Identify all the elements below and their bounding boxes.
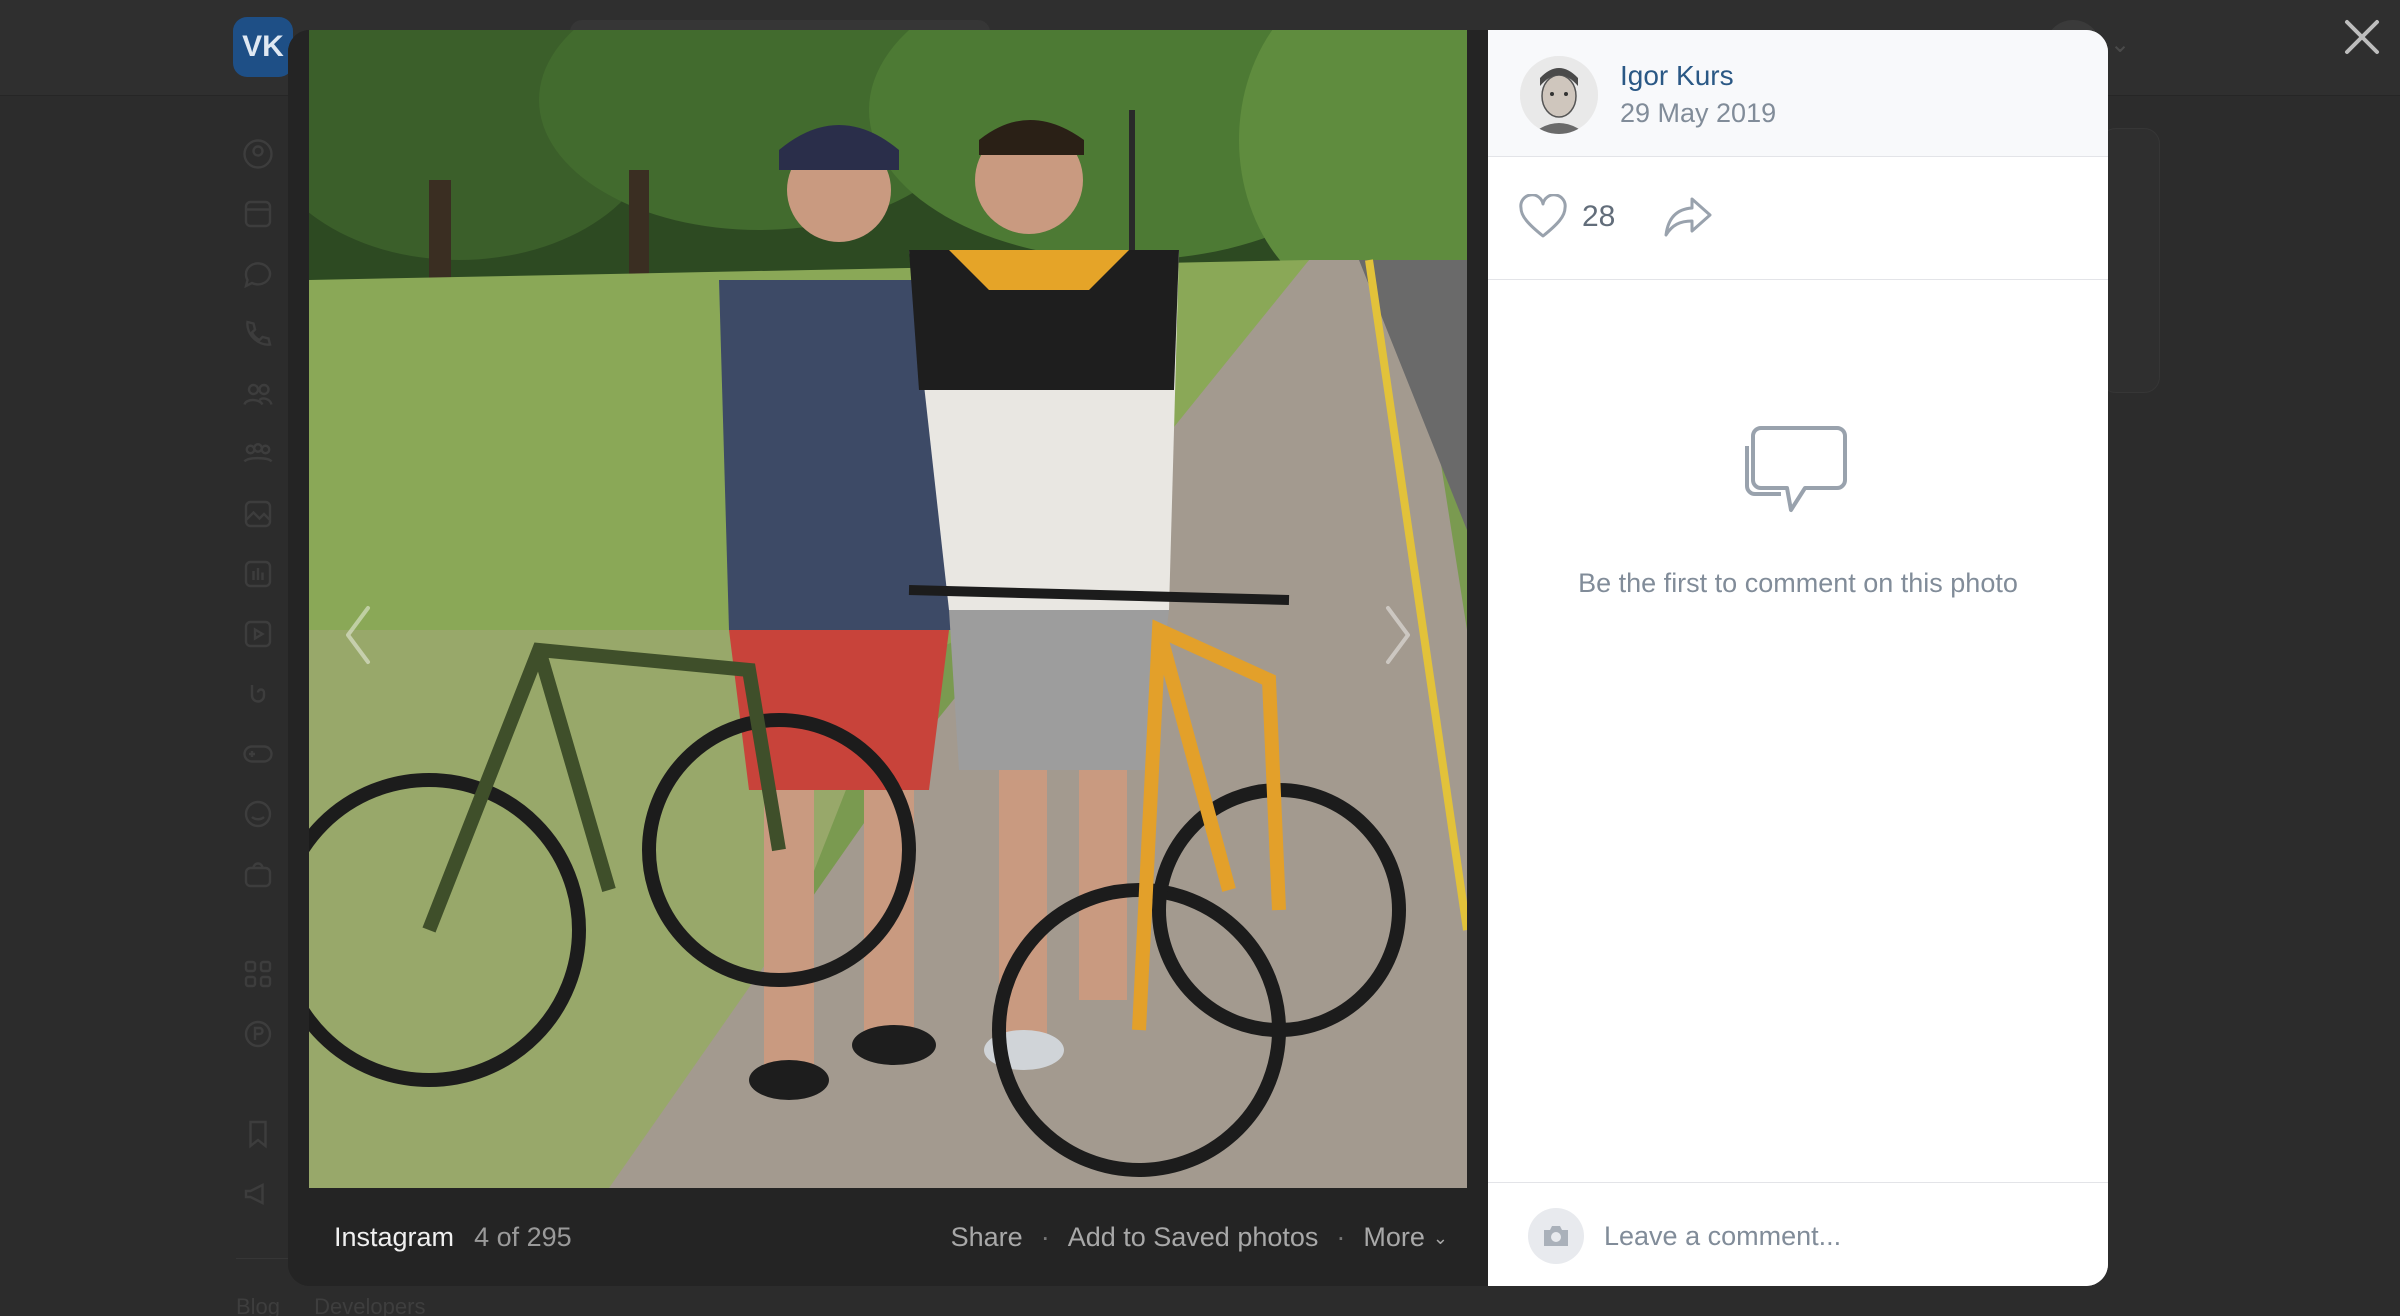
bookmarks-icon [240,1116,276,1152]
photos-icon [240,496,276,532]
post-date: 29 May 2019 [1620,98,1777,128]
messages-icon [240,256,276,292]
author-name-link[interactable]: Igor Kurs [1620,60,1734,92]
video-icon [240,616,276,652]
vk-logo: VK [233,17,293,77]
friends-icon [240,376,276,412]
comment-input[interactable] [1604,1209,2074,1263]
calls-icon [240,316,276,352]
footer-link-developers: Developers [314,1294,426,1316]
album-link[interactable]: Instagram [334,1222,454,1253]
heart-icon [1519,194,1567,238]
background-card [2100,128,2160,393]
info-panel: Igor Kurs 29 May 2019 28 Be the first to… [1488,30,2108,1286]
photo-actions: Share · Add to Saved photos · More ⌄ [951,1188,1448,1286]
news-icon [240,196,276,232]
share-arrow-icon[interactable] [1662,193,1714,241]
comment-composer [1488,1182,2108,1286]
camera-icon[interactable] [1528,1208,1584,1264]
reactions-bar: 28 [1488,157,2108,280]
photo-toolbar: Instagram 4 of 295 Share · Add to Saved … [288,1188,1488,1286]
chevron-down-icon: ⌄ [1432,1227,1448,1248]
communities-icon [240,436,276,472]
payments-icon [240,1016,276,1052]
photo-pane: Instagram 4 of 295 Share · Add to Saved … [288,30,1488,1286]
like-count: 28 [1582,200,1616,233]
separator-dot: · [1040,1221,1050,1252]
author-header: Igor Kurs 29 May 2019 [1488,30,2108,157]
footer-link-blog: Blog [236,1294,281,1316]
photo-counter: 4 of 295 [474,1221,572,1252]
clips-icon [240,676,276,712]
comments-bubbles-icon [1743,422,1849,518]
comments-empty-text: Be the first to comment on this photo [1578,568,2018,598]
save-to-saved-photos-link[interactable]: Add to Saved photos [1068,1222,1319,1253]
profile-icon [240,136,276,172]
like-button[interactable]: 28 [1518,189,1615,245]
chevron-right-icon[interactable] [1378,600,1418,670]
background-footer: Blog Developers [236,1294,453,1316]
chevron-left-icon[interactable] [338,600,378,670]
more-menu-button[interactable]: More ⌄ [1363,1222,1448,1253]
avatar[interactable] [1520,56,1598,134]
photo[interactable] [309,30,1467,1188]
more-label: More [1363,1221,1425,1252]
photo-viewer: Instagram 4 of 295 Share · Add to Saved … [288,30,2108,1286]
close-icon[interactable] [2339,14,2385,60]
stickers-icon [240,796,276,832]
music-icon [240,556,276,592]
background-chevron-icon: ⌄ [2110,31,2131,58]
games-icon [240,736,276,772]
comments-empty-state [1488,280,2108,1210]
services-icon [240,956,276,992]
share-link[interactable]: Share [951,1222,1023,1253]
separator-dot: · [1336,1221,1346,1252]
ads-icon [240,1176,276,1212]
market-icon [240,856,276,892]
